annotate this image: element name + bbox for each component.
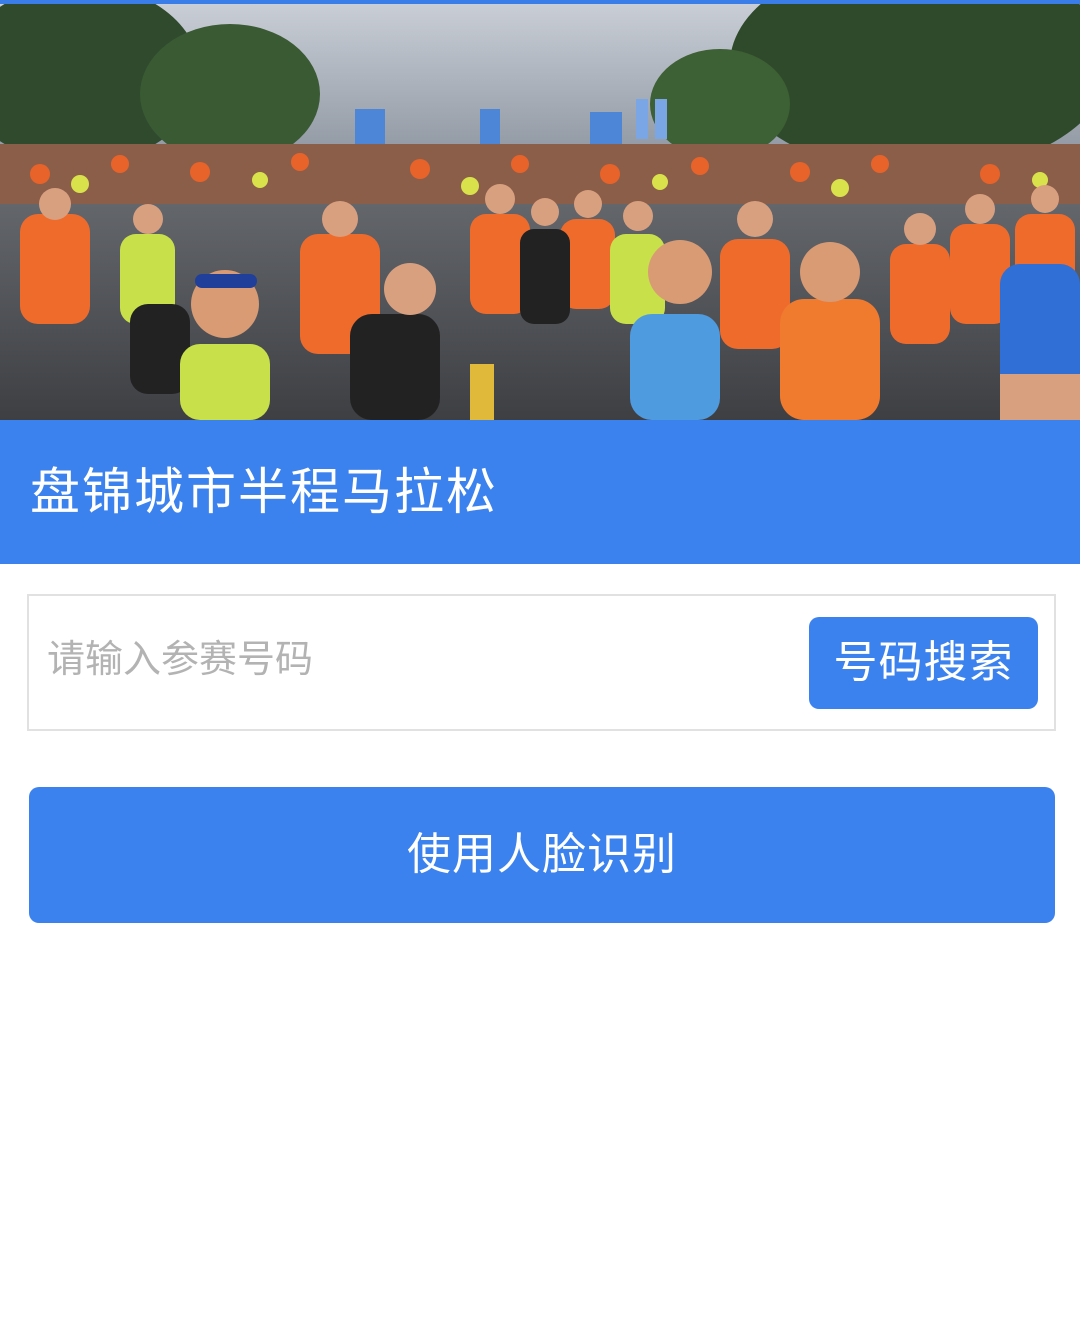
face-recognition-button[interactable]: 使用人脸识别 — [29, 787, 1055, 923]
page-title: 盘锦城市半程马拉松 — [30, 463, 498, 521]
marathon-runners-photo — [0, 4, 1080, 420]
hero-banner-image — [0, 0, 1080, 420]
bib-number-input[interactable] — [47, 624, 787, 694]
header-bar: 盘锦城市半程马拉松 — [0, 420, 1080, 564]
bib-search-box: 号码搜索 — [27, 594, 1056, 731]
bib-search-button[interactable]: 号码搜索 — [809, 617, 1038, 709]
